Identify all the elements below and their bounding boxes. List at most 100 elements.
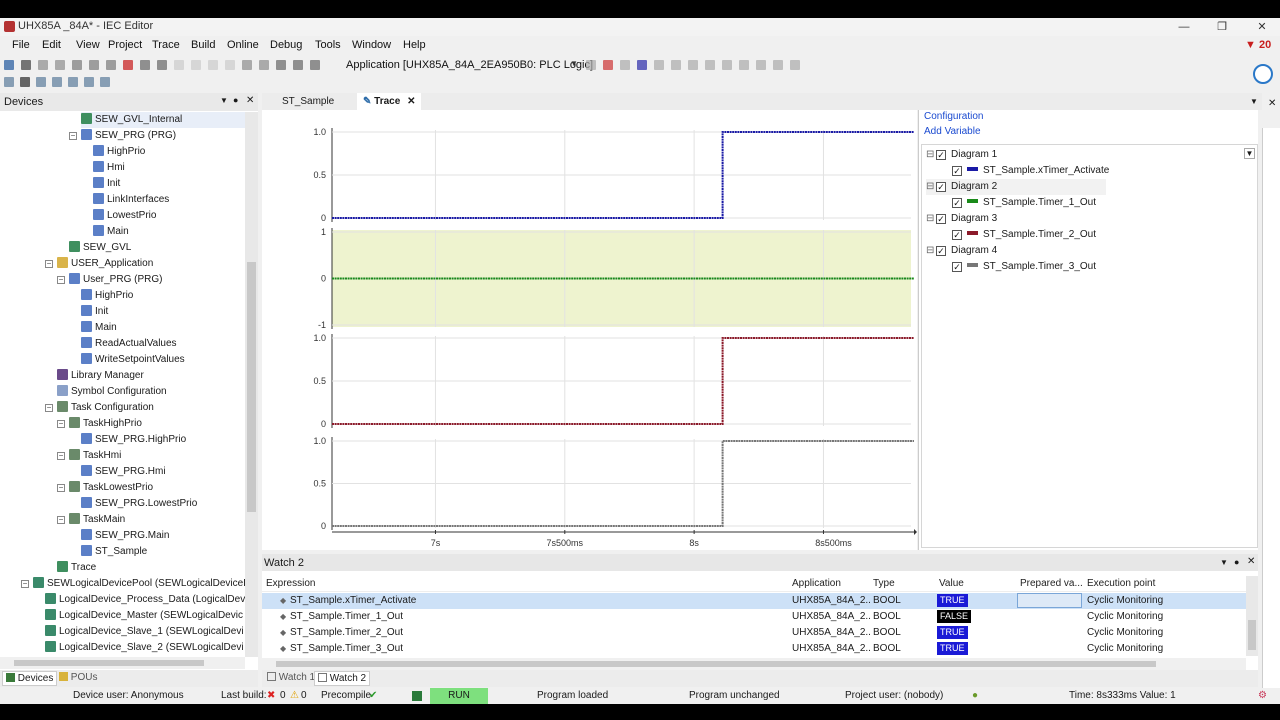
legend-variable[interactable]: ✓ ST_Sample.Timer_3_Out bbox=[952, 259, 1096, 275]
tree-item[interactable]: SEW_PRG (PRG) bbox=[81, 128, 245, 144]
print-icon[interactable] bbox=[21, 60, 31, 70]
watch-expression[interactable]: ST_Sample.Timer_1_Out bbox=[290, 609, 780, 625]
menu-view[interactable]: View bbox=[76, 39, 100, 51]
tree-item[interactable]: HighPrio bbox=[81, 288, 245, 304]
close-icon[interactable]: ✕ bbox=[1252, 19, 1272, 35]
bookmark-clear-icon[interactable] bbox=[225, 60, 235, 70]
col-value[interactable]: Value bbox=[939, 576, 964, 592]
close-icon[interactable]: ✕ bbox=[1247, 556, 1255, 567]
tab-trace[interactable]: ✎ Trace ✕ bbox=[357, 93, 422, 110]
warning-count[interactable]: 0 bbox=[301, 688, 307, 704]
monitor-icon[interactable] bbox=[773, 60, 783, 70]
undo-icon[interactable] bbox=[38, 60, 48, 70]
diagram-checkbox[interactable]: ✓ bbox=[936, 246, 946, 256]
set-next-icon[interactable] bbox=[739, 60, 749, 70]
tree-scroll-thumb[interactable] bbox=[247, 262, 256, 512]
online-help-icon[interactable] bbox=[1253, 64, 1273, 84]
legend-diagram[interactable]: ⊟ ✓ Diagram 2 bbox=[926, 179, 1106, 195]
tree-item[interactable]: SEW_PRG.Hmi bbox=[81, 464, 245, 480]
tree-item[interactable]: HighPrio bbox=[93, 144, 245, 160]
legend-diagram[interactable]: ⊟ ✓ Diagram 4 bbox=[926, 243, 1106, 259]
expand-icon[interactable]: ◆ bbox=[280, 625, 286, 641]
step-icon[interactable] bbox=[4, 77, 14, 87]
add-watch-icon[interactable] bbox=[36, 77, 46, 87]
pause-icon[interactable] bbox=[20, 77, 30, 87]
watch-expression[interactable]: ST_Sample.Timer_3_Out bbox=[290, 641, 780, 657]
trace-icon[interactable] bbox=[52, 77, 62, 87]
watch-row[interactable]: ◆ ST_Sample.Timer_2_Out UHX85A_84A_2... BOO… bbox=[262, 625, 1247, 641]
tree-item[interactable]: Symbol Configuration bbox=[57, 384, 245, 400]
watch-prepared-value[interactable] bbox=[1017, 593, 1082, 608]
tree-item[interactable]: TaskMain bbox=[69, 512, 245, 528]
legend-diagram[interactable]: ⊟ ✓ Diagram 3 bbox=[926, 211, 1106, 227]
tree-item[interactable]: WriteSetpointValues bbox=[81, 352, 245, 368]
run-to-cursor-icon[interactable] bbox=[722, 60, 732, 70]
variable-checkbox[interactable]: ✓ bbox=[952, 166, 962, 176]
menu-help[interactable]: Help bbox=[403, 39, 426, 51]
bookmark-icon[interactable] bbox=[174, 60, 184, 70]
menu-project[interactable]: Project bbox=[108, 39, 142, 51]
tree-item[interactable]: TaskLowestPrio bbox=[69, 480, 245, 496]
configuration-link[interactable]: Configuration bbox=[924, 111, 983, 122]
tree-collapse-toggle[interactable]: − bbox=[57, 516, 65, 524]
watch-scrollbar[interactable] bbox=[1246, 576, 1258, 656]
collapse-icon[interactable]: ⊟ bbox=[926, 179, 936, 195]
reset-icon[interactable] bbox=[654, 60, 664, 70]
build-icon[interactable] bbox=[276, 60, 286, 70]
tree-item[interactable]: Hmi bbox=[93, 160, 245, 176]
watch-prepared-value[interactable] bbox=[1017, 641, 1082, 656]
application-selector[interactable]: Application [UHX85A_84A_2EA950B0: PLC Lo… bbox=[346, 59, 593, 71]
close-icon[interactable]: ✕ bbox=[246, 95, 254, 106]
tree-collapse-toggle[interactable]: − bbox=[57, 420, 65, 428]
tree-item[interactable]: TaskHmi bbox=[69, 448, 245, 464]
replace-icon[interactable] bbox=[157, 60, 167, 70]
step-out-icon[interactable] bbox=[705, 60, 715, 70]
tree-item[interactable]: Main bbox=[93, 224, 245, 240]
step-into-icon[interactable] bbox=[688, 60, 698, 70]
step-over-icon[interactable] bbox=[671, 60, 681, 70]
tree-hscroll-thumb[interactable] bbox=[14, 660, 204, 666]
tree-item[interactable]: Main bbox=[81, 320, 245, 336]
clean-icon[interactable] bbox=[310, 60, 320, 70]
watch-prepared-value[interactable] bbox=[1017, 609, 1082, 624]
pin-icon[interactable]: ● bbox=[1234, 557, 1239, 567]
tab-devices[interactable]: Devices bbox=[2, 671, 58, 686]
minimize-icon[interactable]: — bbox=[1174, 19, 1194, 35]
tree-item[interactable]: SEW_GVL bbox=[69, 240, 245, 256]
legend-diagram[interactable]: ⊟ ✓ Diagram 1 bbox=[926, 147, 1106, 163]
tree-collapse-toggle[interactable]: − bbox=[57, 484, 65, 492]
menu-trace[interactable]: Trace bbox=[152, 39, 180, 51]
tree-collapse-toggle[interactable]: − bbox=[69, 132, 77, 140]
menu-tools[interactable]: Tools bbox=[315, 39, 341, 51]
col-application[interactable]: Application bbox=[792, 576, 841, 592]
col-execution-point[interactable]: Execution point bbox=[1087, 576, 1155, 592]
watch-hscrollbar[interactable] bbox=[262, 658, 1246, 670]
tree-item[interactable]: USER_Application bbox=[57, 256, 245, 272]
tree-item[interactable]: Library Manager bbox=[57, 368, 245, 384]
watch-row[interactable]: ◆ ST_Sample.Timer_1_Out UHX85A_84A_2... BOO… bbox=[262, 609, 1247, 625]
tree-item[interactable]: SEWLogicalDevicePool (SEWLogicalDeviceF bbox=[33, 576, 245, 592]
tree-item[interactable]: LogicalDevice_Process_Data (LogicalDev bbox=[45, 592, 245, 608]
tree-item[interactable]: Init bbox=[81, 304, 245, 320]
chevron-down-icon[interactable]: ▼ bbox=[570, 59, 578, 68]
restore-icon[interactable]: ❐ bbox=[1212, 19, 1232, 35]
tree-collapse-toggle[interactable]: − bbox=[57, 452, 65, 460]
settings-icon[interactable]: ⚙ bbox=[1258, 688, 1267, 704]
col-expression[interactable]: Expression bbox=[266, 576, 315, 592]
alert-indicator[interactable]: ▼ 20 bbox=[1245, 39, 1271, 51]
redo-icon[interactable] bbox=[55, 60, 65, 70]
browse-icon[interactable] bbox=[259, 60, 269, 70]
trace-chart[interactable]: 1.0 0.5 0 1 0 -1 1.0 0.5 0 1.0 0.5 0 7s 7s500ms 8s 8s50… bbox=[262, 110, 917, 550]
variable-checkbox[interactable]: ✓ bbox=[952, 230, 962, 240]
watch-expression[interactable]: ST_Sample.Timer_2_Out bbox=[290, 625, 780, 641]
tree-item[interactable]: Task Configuration bbox=[57, 400, 245, 416]
diagram-checkbox[interactable]: ✓ bbox=[936, 150, 946, 160]
col-type[interactable]: Type bbox=[873, 576, 895, 592]
bookmark-prev-icon[interactable] bbox=[208, 60, 218, 70]
legend-variable[interactable]: ✓ ST_Sample.Timer_1_Out bbox=[952, 195, 1096, 211]
legend-variable[interactable]: ✓ ST_Sample.Timer_2_Out bbox=[952, 227, 1096, 243]
variable-checkbox[interactable]: ✓ bbox=[952, 262, 962, 272]
tree-collapse-toggle[interactable]: − bbox=[57, 276, 65, 284]
legend-variable[interactable]: ✓ ST_Sample.xTimer_Activate bbox=[952, 163, 1109, 179]
tab-pous[interactable]: POUs bbox=[56, 671, 100, 686]
